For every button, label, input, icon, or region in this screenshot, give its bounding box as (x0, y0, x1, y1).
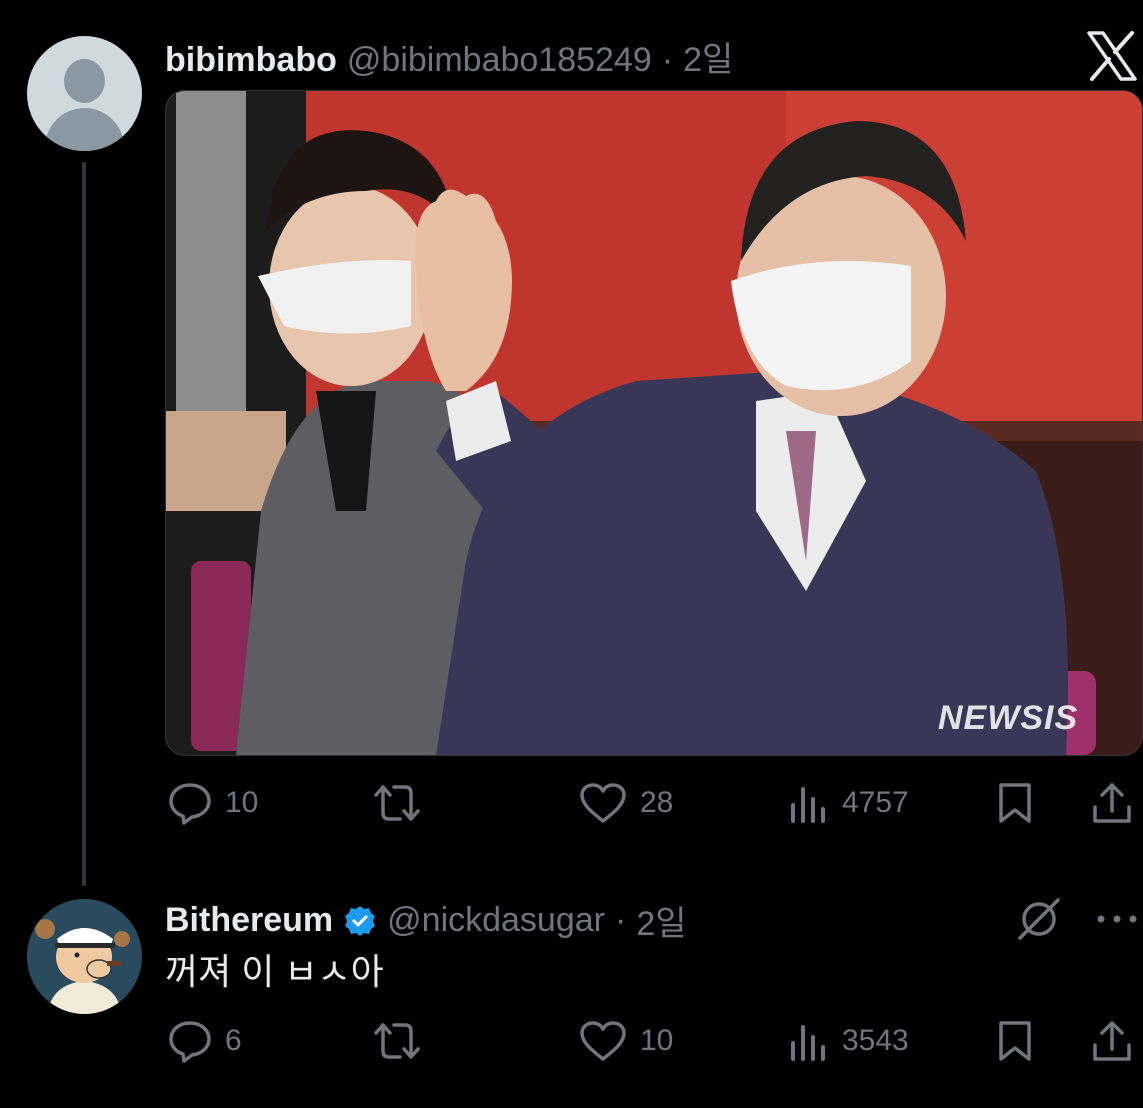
grok-icon (1018, 898, 1060, 940)
author-handle[interactable]: @bibimbabo185249 (347, 41, 652, 80)
bookmark-button[interactable] (995, 781, 1035, 825)
reply-share-button[interactable] (1090, 1019, 1134, 1063)
tweet-timestamp[interactable]: 2일 (683, 32, 733, 81)
reply-like-count: 10 (640, 1024, 674, 1057)
photo-watermark: NEWSIS (938, 699, 1079, 737)
x-logo-icon (1086, 30, 1138, 82)
views-button[interactable]: 4757 (788, 781, 909, 825)
bookmark-icon (999, 1021, 1031, 1061)
retweet-icon (374, 785, 420, 821)
grok-button[interactable] (1016, 896, 1062, 947)
bookmark-icon (999, 783, 1031, 823)
retweet-icon (374, 1023, 420, 1059)
reply-view-count: 3543 (842, 1024, 909, 1057)
views-icon (791, 787, 825, 823)
reply-retweet-button[interactable] (370, 1019, 424, 1063)
verified-badge-icon (345, 905, 376, 936)
reply-reply-count: 6 (225, 1024, 242, 1057)
thread-connector-line (82, 162, 86, 886)
tweet-header: bibimbabo @bibimbabo185249 · 2일 (165, 32, 733, 81)
like-button[interactable]: 28 (578, 781, 673, 825)
like-icon (580, 783, 626, 823)
share-icon (1093, 783, 1131, 823)
reply-count: 10 (225, 786, 259, 819)
reply-icon (169, 783, 211, 825)
like-count: 28 (640, 786, 674, 819)
more-icon (1097, 915, 1137, 923)
reply-like-button[interactable]: 10 (578, 1019, 673, 1063)
share-icon (1093, 1021, 1131, 1061)
more-button[interactable] (1096, 912, 1138, 930)
reply-author-avatar[interactable] (27, 899, 142, 1014)
author-display-name[interactable]: bibimbabo (165, 41, 337, 80)
view-count: 4757 (842, 786, 909, 819)
reply-timestamp[interactable]: 2일 (636, 896, 686, 945)
reply-views-button[interactable]: 3543 (788, 1019, 909, 1063)
header-separator: · (661, 41, 674, 79)
author-avatar[interactable] (27, 36, 142, 151)
reply-reply-button[interactable]: 6 (167, 1019, 242, 1063)
reply-header: Bithereum @nickdasugar · 2일 (165, 896, 687, 945)
reply-button[interactable]: 10 (167, 781, 258, 825)
reply-bookmark-button[interactable] (995, 1019, 1035, 1063)
reply-icon (169, 1021, 211, 1063)
retweet-button[interactable] (370, 781, 424, 825)
reply-text: 꺼져 이 ㅂㅅ아 (165, 951, 384, 992)
reply-author-handle[interactable]: @nickdasugar (387, 901, 605, 940)
like-icon (580, 1021, 626, 1061)
views-icon (791, 1025, 825, 1061)
reply-header-separator: · (615, 901, 627, 939)
tweet-photo[interactable]: NEWSIS (165, 90, 1143, 756)
share-button[interactable] (1090, 781, 1134, 825)
reply-author-display-name[interactable]: Bithereum (165, 901, 333, 940)
